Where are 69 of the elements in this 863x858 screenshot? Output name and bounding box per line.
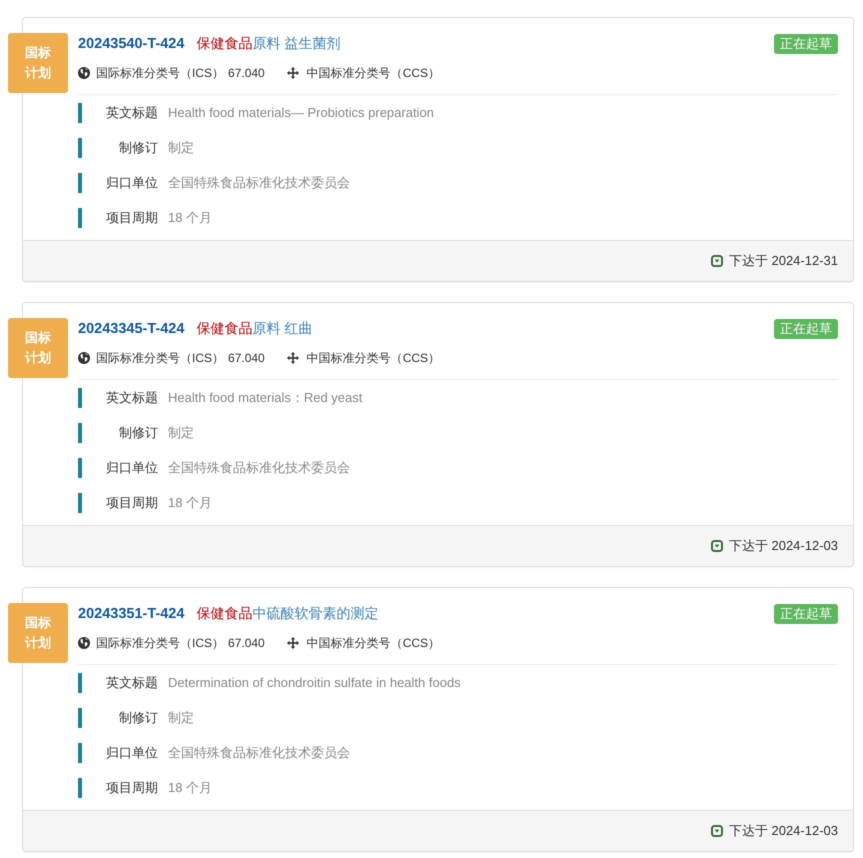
- accent-bar: [78, 422, 82, 442]
- globe-icon: [78, 637, 90, 649]
- field-value: 全国特殊食品标准化技术委员会: [168, 174, 350, 192]
- field-value: 全国特殊食品标准化技术委员会: [168, 744, 350, 762]
- accent-bar: [78, 208, 82, 228]
- accent-bar: [78, 138, 82, 158]
- standard-title-link[interactable]: 保健食品中硫酸软骨素的测定: [196, 605, 378, 623]
- globe-icon: [78, 352, 90, 364]
- status-badge: 正在起草: [774, 604, 838, 624]
- field-label: 制修订: [118, 708, 158, 726]
- ics-code: 67.040: [228, 636, 265, 650]
- field-value: 18 个月: [168, 778, 212, 796]
- caret-square-icon: [710, 540, 723, 552]
- accent-bar: [78, 172, 82, 192]
- standard-code-link[interactable]: 20243345-T-424: [78, 321, 184, 337]
- four-arrows-icon: [286, 637, 299, 649]
- field-label: 制修订: [118, 138, 158, 156]
- ccs-label: 中国标准分类号（CCS）: [306, 350, 440, 366]
- caret-square-icon: [710, 825, 723, 837]
- ccs-label: 中国标准分类号（CCS）: [306, 64, 440, 82]
- four-arrows-icon: [286, 352, 299, 364]
- field-value: 制定: [168, 708, 194, 726]
- issue-date: 下达于 2024-12-31: [728, 252, 838, 270]
- plan-badge: 国标计划: [8, 603, 68, 663]
- ics-code: 67.040: [228, 66, 265, 80]
- field-label: 项目周期: [105, 494, 158, 512]
- accent-bar: [78, 492, 82, 512]
- field-label: 归口单位: [105, 174, 158, 192]
- field-label: 项目周期: [105, 778, 158, 796]
- accent-bar: [78, 102, 82, 122]
- ics-label: 国际标准分类号（ICS）: [96, 64, 224, 82]
- ics-label: 国际标准分类号（ICS）: [96, 634, 224, 652]
- standard-title-link[interactable]: 保健食品原料 红曲: [196, 320, 312, 338]
- field-label: 英文标题: [105, 388, 158, 406]
- accent-bar: [78, 708, 82, 728]
- status-badge: 正在起草: [774, 34, 838, 54]
- issue-date: 下达于 2024-12-03: [728, 822, 838, 840]
- accent-bar: [78, 458, 82, 478]
- field-value: Determination of chondroitin sulfate in health foods: [168, 675, 461, 690]
- field-label: 归口单位: [105, 458, 158, 476]
- field-label: 项目周期: [105, 208, 158, 226]
- accent-bar: [78, 388, 82, 408]
- field-value: 制定: [168, 424, 194, 442]
- accent-bar: [78, 778, 82, 798]
- globe-icon: [78, 67, 90, 79]
- field-value: 制定: [168, 138, 194, 156]
- field-label: 英文标题: [105, 104, 158, 122]
- plan-badge: 国标计划: [8, 33, 68, 93]
- ics-code: 67.040: [228, 351, 265, 365]
- field-value: 全国特殊食品标准化技术委员会: [168, 458, 350, 476]
- field-label: 归口单位: [105, 744, 158, 762]
- standard-code-link[interactable]: 20243540-T-424: [78, 36, 184, 52]
- standard-title-link[interactable]: 保健食品原料 益生菌剂: [196, 35, 340, 53]
- field-value: 18 个月: [168, 494, 212, 512]
- ics-label: 国际标准分类号（ICS）: [96, 350, 224, 366]
- issue-date: 下达于 2024-12-03: [728, 537, 838, 555]
- standard-code-link[interactable]: 20243351-T-424: [78, 606, 184, 622]
- field-label: 制修订: [118, 424, 158, 442]
- field-label: 英文标题: [105, 674, 158, 692]
- caret-square-icon: [710, 255, 723, 267]
- plan-badge: 国标计划: [8, 318, 68, 378]
- accent-bar: [78, 672, 82, 692]
- field-value: Health food materials：Red yeast: [168, 388, 362, 406]
- ccs-label: 中国标准分类号（CCS）: [306, 634, 440, 652]
- status-badge: 正在起草: [774, 319, 838, 339]
- field-value: 18 个月: [168, 208, 212, 226]
- accent-bar: [78, 742, 82, 762]
- field-value: Health food materials— Probiotics preparation: [168, 105, 434, 120]
- four-arrows-icon: [286, 67, 299, 79]
